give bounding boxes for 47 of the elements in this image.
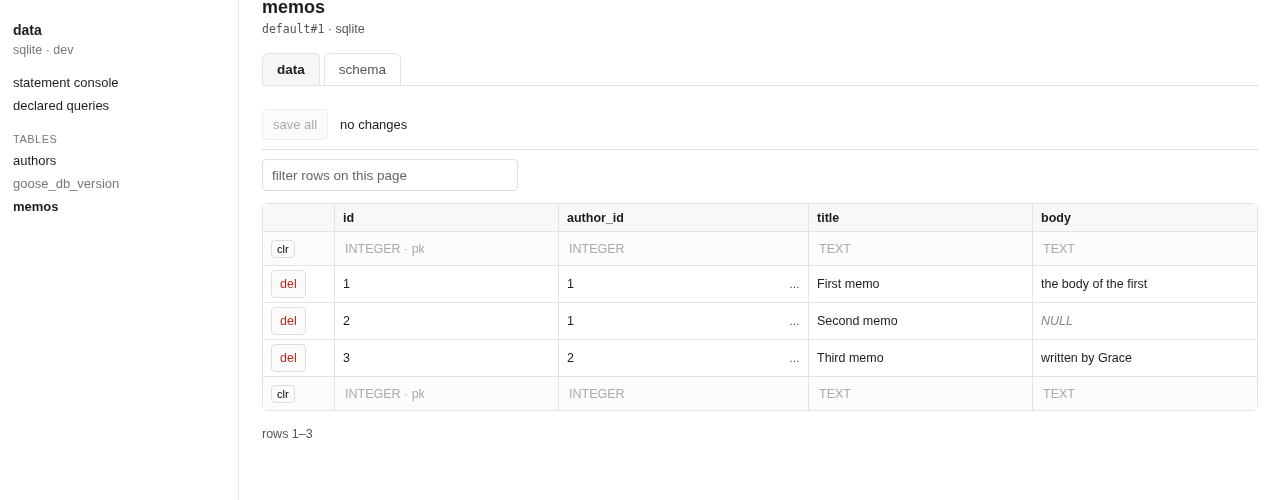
table-cell: NULL: [1041, 314, 1073, 328]
table-cell: 2: [567, 351, 574, 365]
column-header: id: [335, 204, 559, 232]
tab[interactable]: schema: [323, 53, 402, 85]
table-cell: 3: [343, 351, 350, 365]
sidebar-link[interactable]: statement console: [13, 75, 119, 90]
table-cell: 1: [567, 277, 574, 291]
column-filter-field[interactable]: TEXT: [817, 386, 1028, 401]
clear-button[interactable]: clr: [271, 239, 295, 258]
delete-button[interactable]: del: [271, 307, 306, 335]
row-count: rows 1–3: [262, 427, 314, 441]
tab[interactable]: data: [262, 53, 320, 85]
database-subtitle: sqlite · dev: [13, 43, 75, 57]
database-title: data: [13, 22, 43, 38]
column-filter-field[interactable]: INTEGER · pk: [343, 241, 554, 256]
column-filter-field[interactable]: INTEGER · pk: [343, 386, 554, 401]
table-cell: 1: [567, 314, 574, 328]
delete-button[interactable]: del: [271, 344, 306, 372]
table-link[interactable]: memos: [13, 199, 59, 214]
table-cell: First memo: [817, 277, 880, 291]
column-filter-field[interactable]: TEXT: [1041, 386, 1253, 401]
filter-field[interactable]: filter rows on this page: [262, 159, 518, 191]
table-cell: written by Grace: [1041, 351, 1132, 365]
column-filter-field[interactable]: TEXT: [1041, 241, 1253, 256]
table-cell: 1: [343, 277, 350, 291]
foreign-key-button[interactable]: …: [789, 315, 800, 327]
column-header: title: [809, 204, 1033, 232]
column-filter-field[interactable]: TEXT: [817, 241, 1028, 256]
connection-info: default#1 · sqlite: [262, 22, 366, 36]
table-cell: Third memo: [817, 351, 884, 365]
table-link[interactable]: authors: [13, 153, 57, 168]
column-header: author_id: [559, 204, 809, 232]
column-header: body: [1033, 204, 1257, 232]
table-cell: Second memo: [817, 314, 898, 328]
status-text: no changes: [340, 117, 408, 132]
table-cell: the body of the first: [1041, 277, 1148, 291]
sidebar-link[interactable]: declared queries: [13, 98, 110, 113]
clear-button[interactable]: clr: [271, 384, 295, 403]
delete-button[interactable]: del: [271, 270, 306, 298]
table-link[interactable]: goose_db_version: [13, 176, 120, 191]
table-cell: 2: [343, 314, 350, 328]
section-heading: TABLES: [13, 133, 59, 145]
column-filter-field[interactable]: INTEGER: [567, 386, 804, 401]
foreign-key-button[interactable]: …: [789, 278, 800, 290]
column-filter-field[interactable]: INTEGER: [567, 241, 804, 256]
page-title: memos: [262, 0, 327, 14]
foreign-key-button[interactable]: …: [789, 352, 800, 364]
